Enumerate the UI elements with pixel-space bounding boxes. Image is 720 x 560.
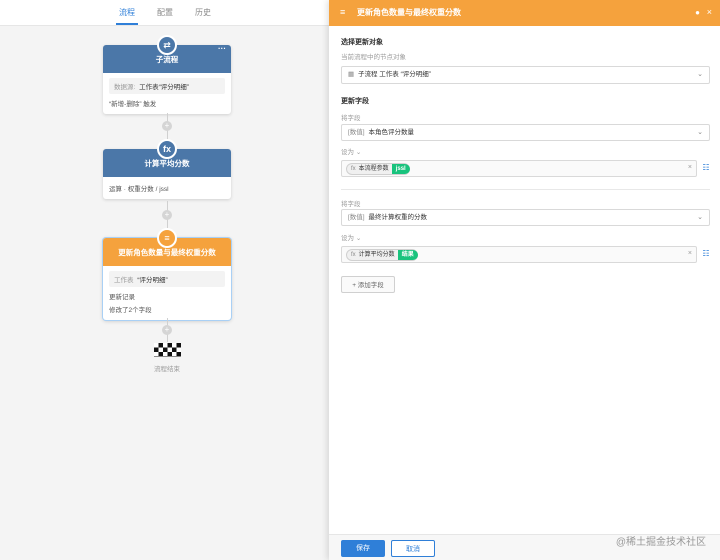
node-calc-op: 运算 · 权重分数 / jssl (109, 186, 169, 193)
target-prefix: 子流程 (357, 71, 378, 78)
sheet-label: 工作表 (114, 277, 134, 284)
node-update-line2: 修改了2个字段 (109, 307, 152, 314)
set-label-text: 设为 (341, 235, 354, 242)
value-token: fx 本流程参数 jssl (346, 163, 410, 175)
node-subflow[interactable]: ⇄ ··· 子流程 数据源: 工作表“评分明细” “新增-删除” 触发 (103, 35, 231, 114)
end-label: 流程结束 (154, 366, 180, 373)
field-label: 将字段 (341, 201, 361, 208)
sheet-value: “评分明细” (137, 277, 168, 284)
node-update-line1: 更新记录 (109, 294, 135, 301)
top-tabs: 流程 配置 历史 (0, 0, 330, 26)
update-record-icon: ≡ (157, 228, 177, 248)
token-text: 计算平均分数 (358, 252, 395, 258)
panel-title: 更新角色数量与最终权重分数 (357, 8, 461, 17)
field-select[interactable]: [数值] 本角色评分数量 ⌄ (341, 124, 710, 141)
value-input[interactable]: fx 本流程参数 jssl × (341, 160, 697, 177)
finish-flag-icon (154, 343, 181, 357)
node-subflow-title: 子流程 (155, 55, 179, 64)
chevron-down-icon: ⌄ (697, 129, 703, 136)
field-select[interactable]: [数值] 最终计算权重的分数 ⌄ (341, 209, 710, 226)
node-update[interactable]: ≡ 更新角色数量与最终权重分数 工作表 “评分明细” 更新记录 修改了2个字段 (103, 228, 231, 320)
node-subflow-datasource: 数据源: 工作表“评分明细” (109, 78, 225, 94)
field-type: [数值] (348, 214, 365, 221)
add-node-icon[interactable]: + (162, 210, 172, 220)
save-button[interactable]: 保存 (341, 540, 385, 557)
panel-header: ≡ 更新角色数量与最终权重分数 ● × (329, 0, 720, 26)
fx-icon: fx (351, 166, 356, 172)
chevron-down-icon: ⌄ (697, 71, 703, 78)
more-icon[interactable]: ··· (218, 34, 226, 64)
update-fields-title: 更新字段 (341, 98, 369, 105)
divider (341, 189, 710, 190)
table-icon: ▦ (348, 71, 355, 78)
insert-field-icon[interactable]: ☷ (701, 249, 711, 259)
tab-history[interactable]: 历史 (192, 0, 214, 25)
datasource-label: 数据源: (114, 84, 136, 91)
datasource-value: 工作表“评分明细” (139, 84, 189, 91)
select-target-hint: 当前流程中的节点对象 (341, 54, 406, 61)
set-label[interactable]: 设为 ⌄ (341, 232, 361, 242)
value-input[interactable]: fx 计算平均分数 结果 × (341, 246, 697, 263)
update-record-icon: ≡ (340, 7, 346, 17)
fx-icon: fx (157, 139, 177, 159)
node-update-sheet: 工作表 “评分明细” (109, 271, 225, 287)
field-name: 本角色评分数量 (368, 129, 414, 136)
node-subflow-trigger: “新增-删除” 触发 (109, 101, 157, 108)
node-update-header: ≡ 更新角色数量与最终权重分数 (103, 228, 231, 266)
target-value: 工作表 “评分明细” (379, 71, 431, 78)
chevron-down-icon: ⌄ (355, 149, 362, 156)
add-node-icon[interactable]: + (162, 325, 172, 335)
node-calc-title: 计算平均分数 (144, 159, 190, 168)
node-update-title: 更新角色数量与最终权重分数 (118, 248, 216, 257)
tab-flow[interactable]: 流程 (116, 0, 138, 25)
select-target-title: 选择更新对象 (341, 39, 383, 46)
help-icon[interactable]: ● (695, 8, 700, 17)
node-subflow-header: ⇄ ··· 子流程 (103, 35, 231, 73)
node-calc-header: fx 计算平均分数 (103, 139, 231, 177)
tab-config[interactable]: 配置 (154, 0, 176, 25)
clear-icon[interactable]: × (688, 250, 692, 257)
token-tag: 结果 (397, 250, 418, 260)
field-type: [数值] (348, 129, 365, 136)
token-text: 本流程参数 (358, 166, 389, 172)
insert-field-icon[interactable]: ☷ (701, 163, 711, 173)
clear-icon[interactable]: × (688, 164, 692, 171)
fx-icon: fx (351, 252, 356, 258)
chevron-down-icon: ⌄ (355, 235, 362, 242)
target-select[interactable]: ▦ 子流程 工作表 “评分明细” ⌄ (341, 66, 710, 84)
flow-canvas[interactable]: 流程 配置 历史 ⇄ ··· 子流程 数据源: 工作表“评分明细” “新增-删除… (0, 0, 330, 560)
close-icon[interactable]: × (707, 7, 712, 17)
config-panel: ≡ 更新角色数量与最终权重分数 ● × 选择更新对象 当前流程中的节点对象 ▦ … (329, 0, 720, 560)
value-token: fx 计算平均分数 结果 (346, 249, 418, 261)
chevron-down-icon: ⌄ (697, 214, 703, 221)
add-node-icon[interactable]: + (162, 121, 172, 131)
token-tag: jssl (391, 164, 410, 174)
subflow-icon: ⇄ (157, 35, 177, 55)
set-label[interactable]: 设为 ⌄ (341, 146, 361, 156)
add-field-button[interactable]: + 添加字段 (341, 276, 395, 293)
cancel-button[interactable]: 取消 (391, 540, 435, 557)
set-label-text: 设为 (341, 149, 354, 156)
node-calc[interactable]: fx 计算平均分数 运算 · 权重分数 / jssl (103, 139, 231, 199)
field-name: 最终计算权重的分数 (368, 214, 427, 221)
watermark: @稀土掘金技术社区 (615, 537, 706, 548)
field-label: 将字段 (341, 115, 361, 122)
